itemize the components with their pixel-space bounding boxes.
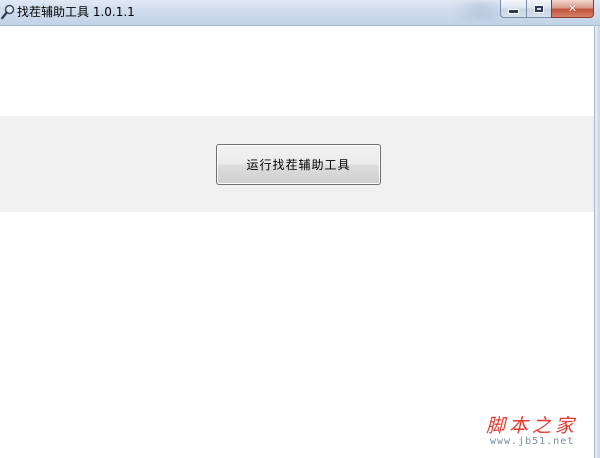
window-title: 找茬辅助工具 1.0.1.1	[17, 5, 135, 19]
minimize-button[interactable]	[500, 0, 526, 18]
watermark-text: 脚本之家	[486, 415, 579, 437]
window-right-border[interactable]	[594, 26, 600, 458]
magnifier-icon	[1, 4, 15, 20]
maximize-icon	[534, 4, 544, 13]
run-tool-button[interactable]: 运行找茬辅助工具	[216, 144, 381, 185]
title-bar[interactable]: 找茬辅助工具 1.0.1.1 ✕	[0, 0, 600, 26]
maximize-button[interactable]	[526, 0, 551, 18]
caption-buttons: ✕	[500, 0, 594, 18]
minimize-icon	[508, 9, 519, 14]
close-button[interactable]: ✕	[551, 0, 594, 18]
watermark: 脚本之家 www.jb51.net	[486, 416, 590, 448]
close-icon: ✕	[567, 2, 578, 15]
watermark-url: www.jb51.net	[490, 436, 575, 447]
app-window: 找茬辅助工具 1.0.1.1 ✕ 运行找茬辅助工具 脚本之家 www.jb51.…	[0, 0, 600, 458]
